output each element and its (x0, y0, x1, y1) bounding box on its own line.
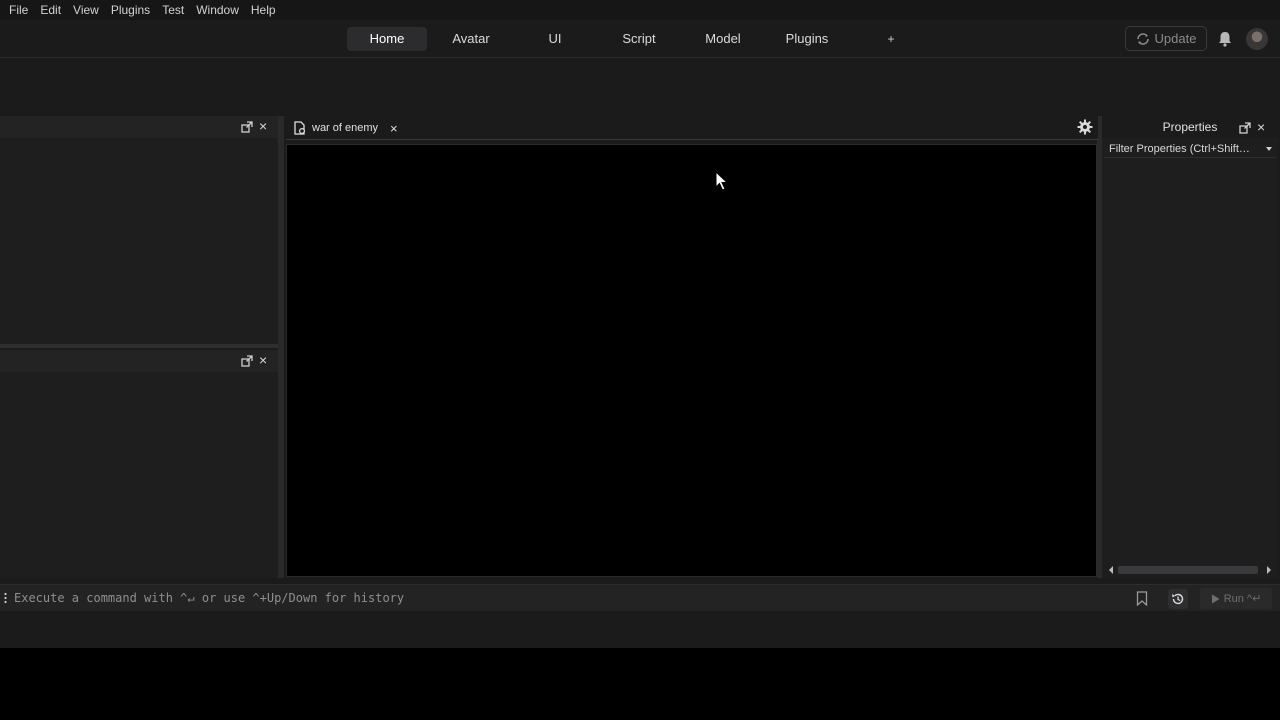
menu-test[interactable]: Test (157, 3, 189, 17)
gear-icon[interactable] (1077, 119, 1093, 135)
game-viewport[interactable] (286, 144, 1097, 577)
add-tab-button[interactable]: + (882, 27, 900, 51)
filter-properties-input[interactable]: Filter Properties (Ctrl+Shift… (1104, 140, 1276, 158)
update-label: Update (1154, 31, 1197, 46)
menu-view[interactable]: View (68, 3, 104, 17)
scrollbar-thumb[interactable] (1118, 566, 1258, 574)
tab-avatar[interactable]: Avatar (436, 27, 506, 51)
update-icon (1136, 32, 1149, 45)
menu-bar: File Edit View Plugins Test Window Help (0, 0, 1280, 20)
close-icon[interactable]: × (259, 352, 267, 368)
history-icon (1172, 593, 1184, 605)
undock-icon[interactable] (1239, 122, 1251, 134)
tab-script[interactable]: Script (608, 27, 670, 51)
menu-window[interactable]: Window (191, 3, 244, 17)
menu-edit[interactable]: Edit (35, 3, 66, 17)
panel-splitter-left[interactable] (278, 116, 284, 578)
command-input[interactable] (14, 585, 1114, 611)
bookmark-icon[interactable] (1136, 591, 1148, 606)
chevron-down-icon[interactable] (1266, 147, 1272, 151)
document-tab-bar: war of enemy × (286, 116, 1098, 140)
history-button[interactable] (1168, 589, 1188, 609)
tab-plugins[interactable]: Plugins (776, 27, 838, 51)
menu-file[interactable]: File (4, 3, 33, 17)
scroll-left-icon[interactable] (1108, 566, 1114, 574)
output-panel-header: × (0, 350, 278, 372)
studio-window: File Edit View Plugins Test Window Help … (0, 0, 1280, 648)
mouse-cursor-icon (715, 171, 729, 191)
script-document-icon (294, 121, 306, 135)
undock-icon[interactable] (241, 121, 253, 133)
undock-icon[interactable] (241, 355, 253, 367)
run-button[interactable]: Run ^↵ (1200, 588, 1272, 609)
update-button[interactable]: Update (1125, 26, 1207, 51)
panel-splitter-horizontal[interactable] (0, 344, 278, 348)
play-icon (1211, 594, 1220, 603)
tab-ui[interactable]: UI (530, 27, 580, 51)
explorer-panel: × (0, 116, 278, 344)
ribbon-tabs: Home Avatar UI Script Model Plugins + Up… (0, 20, 1280, 58)
document-tab-title: war of enemy (312, 122, 379, 134)
properties-title: Properties (1102, 116, 1278, 138)
bell-icon[interactable] (1216, 30, 1234, 48)
close-icon[interactable]: × (259, 118, 267, 134)
explorer-panel-header: × (0, 116, 278, 138)
close-icon[interactable]: × (390, 121, 398, 136)
scroll-right-icon[interactable] (1266, 566, 1272, 574)
menu-plugins[interactable]: Plugins (106, 3, 155, 17)
run-label: Run ^↵ (1223, 593, 1262, 605)
tab-home[interactable]: Home (347, 27, 427, 51)
avatar[interactable] (1246, 28, 1268, 50)
menu-help[interactable]: Help (246, 3, 281, 17)
tab-model[interactable]: Model (692, 27, 754, 51)
properties-scrollbar[interactable] (1106, 564, 1274, 576)
close-icon[interactable]: × (1257, 119, 1265, 135)
properties-panel: Properties × Filter Properties (Ctrl+Shi… (1102, 116, 1278, 578)
command-bar: Run ^↵ (0, 584, 1280, 611)
document-tab[interactable]: war of enemy × (294, 118, 398, 138)
grip-icon[interactable] (4, 591, 7, 605)
output-panel: × (0, 350, 278, 578)
